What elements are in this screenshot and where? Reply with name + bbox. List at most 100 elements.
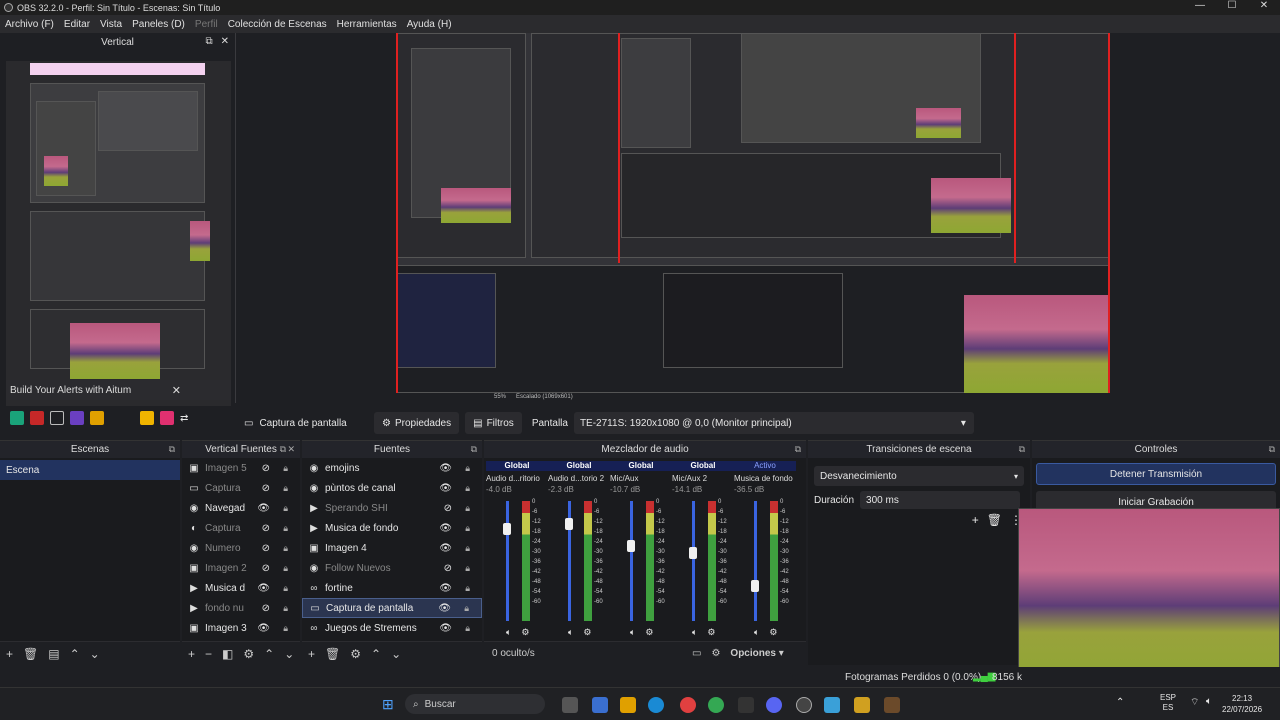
popout-icon[interactable]: ⧉ (280, 444, 286, 455)
heart-icon[interactable] (160, 411, 174, 425)
up-icon[interactable]: ⌃ (371, 647, 381, 661)
eye-off-icon[interactable]: ⊘ (262, 483, 270, 494)
edge-icon[interactable] (648, 697, 664, 713)
speaker-icon[interactable]: 🔈︎ (506, 627, 511, 638)
channel-gear-icon[interactable]: ⚙ (521, 627, 529, 638)
lock-icon[interactable]: 🔒︎ (465, 583, 470, 594)
volume-fader[interactable] (754, 501, 757, 621)
obs-icon[interactable] (796, 697, 812, 713)
lock-icon[interactable]: 🔒︎ (283, 483, 288, 494)
channel-gear-icon[interactable]: ⚙ (769, 627, 777, 638)
vsource-item[interactable]: ◐ Captura ⊘ 🔒︎ (182, 518, 300, 538)
lock-icon[interactable]: 🔒︎ (283, 603, 288, 614)
lock-icon[interactable]: 🔒︎ (464, 603, 469, 614)
eye-icon[interactable]: 👁︎ (438, 603, 451, 614)
share-icon[interactable]: ⇄ (180, 413, 188, 424)
vsource-item[interactable]: ◉ Navegad 👁︎ 🔒︎ (182, 498, 300, 518)
language-indicator[interactable]: ESP ES (1160, 693, 1176, 713)
fader-knob[interactable] (503, 523, 511, 535)
lock-icon[interactable]: 🔒︎ (465, 463, 470, 474)
lock-icon[interactable]: 🔒︎ (465, 483, 470, 494)
down-icon[interactable]: ⌄ (90, 647, 100, 661)
popout-icon[interactable]: ⧉ (1019, 444, 1025, 455)
app-icon[interactable] (854, 697, 870, 713)
eye-off-icon[interactable]: ⊘ (262, 543, 270, 554)
layout-icon[interactable]: ▭ (692, 648, 701, 659)
lock-icon[interactable]: 🔒︎ (283, 543, 288, 554)
vertical-preview[interactable] (6, 61, 231, 406)
gear-icon[interactable]: ⚙ (350, 647, 361, 661)
discord-icon[interactable] (766, 697, 782, 713)
vsource-item[interactable]: ▭ Captura ⊘ 🔒︎ (182, 478, 300, 498)
channel-gear-icon[interactable]: ⚙ (645, 627, 653, 638)
store-icon[interactable] (592, 697, 608, 713)
floating-preview[interactable] (1018, 508, 1280, 686)
vsource-item[interactable]: ◉ Numero ⊘ 🔒︎ (182, 538, 300, 558)
eye-off-icon[interactable]: ⊘ (262, 523, 270, 534)
eye-icon[interactable]: 👁︎ (257, 623, 270, 634)
source-item[interactable]: ▣ Imagen 4 👁︎ 🔒︎ (302, 538, 482, 558)
gear-icon[interactable] (140, 411, 154, 425)
up-icon[interactable]: ⌃ (70, 647, 80, 661)
trash-icon[interactable]: 🗑 (325, 647, 340, 661)
speaker-icon[interactable]: 🔈︎ (692, 627, 697, 638)
menu-paneles[interactable]: Paneles (D) (132, 19, 185, 30)
capcut-icon[interactable] (738, 697, 754, 713)
menu-ayuda[interactable]: Ayuda (H) (407, 19, 452, 30)
wifi-icon[interactable]: ⌔ (1190, 696, 1199, 709)
volume-icon[interactable]: 🔈︎ (1206, 696, 1212, 707)
zoom-level[interactable]: 55% (494, 394, 506, 403)
channel-tab[interactable]: Global (672, 461, 734, 471)
source-item[interactable]: ◉ pùntos de canal 👁︎ 🔒︎ (302, 478, 482, 498)
vsource-item[interactable]: ▶ fondo nu ⊘ 🔒︎ (182, 598, 300, 618)
photos-icon[interactable] (824, 697, 840, 713)
task-view-icon[interactable] (562, 697, 578, 713)
explorer-icon[interactable] (620, 697, 636, 713)
vsource-item[interactable]: ▶ Musica d 👁︎ 🔒︎ (182, 578, 300, 598)
stop-icon[interactable] (50, 411, 64, 425)
popout-icon[interactable]: ⧉ (205, 36, 212, 47)
lock-icon[interactable]: 🔒︎ (283, 503, 288, 514)
source-item[interactable]: ∞ fortine 👁︎ 🔒︎ (302, 578, 482, 598)
gear-icon[interactable]: ⚙ (243, 647, 254, 661)
channel-name[interactable]: Mic/Aux (610, 474, 672, 483)
trash-icon[interactable]: 🗑 (23, 647, 38, 661)
vsource-item[interactable]: ▣ Imagen 2 ⊘ 🔒︎ (182, 558, 300, 578)
speaker-icon[interactable]: 🔈︎ (630, 627, 635, 638)
close-dock-icon[interactable]: ✕ (221, 36, 229, 47)
eye-icon[interactable]: 👁︎ (439, 483, 452, 494)
add-icon[interactable]: + (6, 647, 13, 661)
maximize-button[interactable]: ☐ (1216, 0, 1248, 11)
eye-icon[interactable]: 👁︎ (257, 583, 270, 594)
properties-button[interactable]: ⚙ Propiedades (374, 412, 460, 434)
transition-select[interactable]: Desvanecimiento ▾ (814, 466, 1024, 486)
search-box[interactable]: ⌕ Buscar (405, 694, 545, 714)
volume-fader[interactable] (692, 501, 695, 621)
chevron-up-icon[interactable]: ⌃ (1116, 697, 1124, 708)
eye-icon[interactable]: 👁︎ (439, 523, 452, 534)
channel-name[interactable]: Audio d...torio 2 (548, 474, 610, 483)
mixer-settings-icon[interactable]: ⚙ (711, 648, 720, 659)
eye-icon[interactable]: 👁︎ (439, 583, 452, 594)
eye-icon[interactable]: 👁︎ (439, 543, 452, 554)
source-item[interactable]: ∞ Juegos de Stremens 👁︎ 🔒︎ (302, 618, 482, 638)
speaker-icon[interactable]: 🔈︎ (754, 627, 759, 638)
volume-fader[interactable] (506, 501, 509, 621)
lock-icon[interactable]: 🔒︎ (283, 463, 288, 474)
add-icon[interactable]: + (188, 647, 195, 661)
lock-icon[interactable]: 🔒︎ (465, 503, 470, 514)
lock-icon[interactable]: 🔒︎ (283, 523, 288, 534)
menu-editar[interactable]: Editar (64, 19, 90, 30)
channel-name[interactable]: Audio d...ritorio (486, 474, 548, 483)
lock-icon[interactable]: 🔒︎ (465, 523, 470, 534)
minecraft-icon[interactable] (884, 697, 900, 713)
lock-icon[interactable]: 🔒︎ (283, 583, 288, 594)
lock-icon[interactable]: 🔒︎ (465, 623, 470, 634)
trash-icon[interactable]: 🗑 (987, 513, 1002, 527)
popout-icon[interactable]: ⧉ (471, 444, 477, 455)
chrome2-icon[interactable] (708, 697, 724, 713)
record-icon[interactable] (30, 411, 44, 425)
fader-knob[interactable] (751, 580, 759, 593)
source-item-selected[interactable]: ▭ Captura de pantalla 👁︎ 🔒︎ (302, 598, 482, 618)
down-icon[interactable]: ⌄ (284, 647, 294, 661)
